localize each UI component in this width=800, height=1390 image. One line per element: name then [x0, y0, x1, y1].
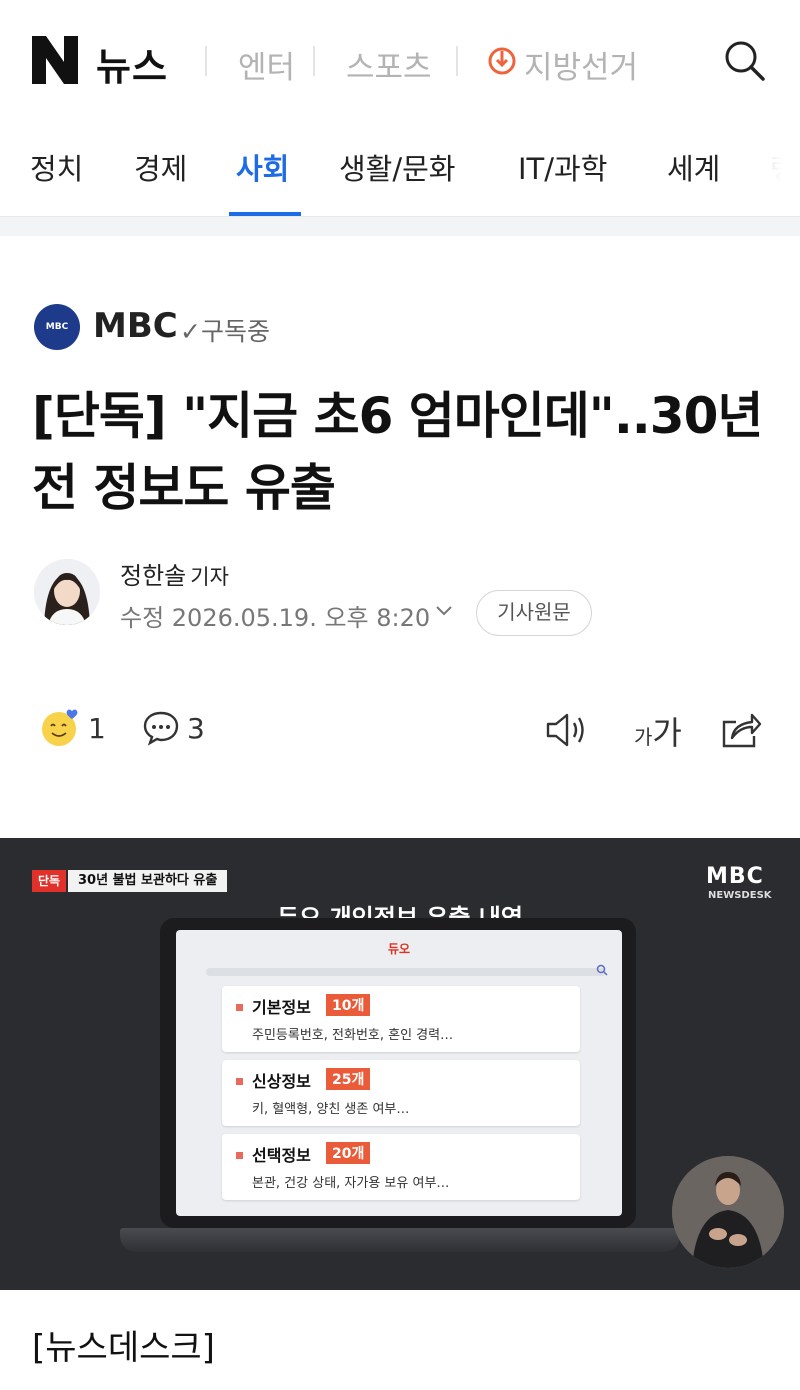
category-tabs: 정치 경제 사회 생활/문화 IT/과학 세계 랭 [0, 120, 800, 218]
card-title: 기본정보 [252, 998, 311, 1017]
reaction-emoji-icon[interactable] [40, 708, 80, 748]
card-title: 선택정보 [252, 1146, 311, 1165]
reporter-role: 기자 [190, 565, 229, 589]
share-icon[interactable] [720, 710, 762, 750]
info-card-personal: 신상정보 25개 키, 혈액형, 양친 생존 여부… [222, 1060, 580, 1126]
screen-search-bar [206, 968, 606, 976]
exclusive-tag: 단독 [32, 870, 67, 892]
reaction-count: 1 [88, 712, 106, 745]
card-count: 20개 [326, 1142, 371, 1164]
search-icon[interactable] [722, 38, 766, 82]
info-card-basic: 기본정보 10개 주민등록번호, 전화번호, 혼인 경력… [222, 986, 580, 1052]
tab-society[interactable]: 사회 [236, 146, 289, 188]
news-brand[interactable]: 뉴스 [96, 36, 168, 91]
tab-economy[interactable]: 경제 [134, 146, 187, 188]
broadcast-banner: 30년 불법 보관하다 유출 [68, 870, 228, 892]
comment-icon[interactable] [142, 710, 180, 746]
bullet-icon [236, 1152, 243, 1159]
chevron-down-icon[interactable] [434, 604, 454, 618]
bullet-icon [236, 1004, 243, 1011]
nav-entertainment[interactable]: 엔터 [238, 42, 295, 87]
naver-logo[interactable] [32, 36, 78, 84]
section-divider [0, 216, 800, 236]
laptop-screen: 듀오 기본정보 10개 주민등록번호, 전화번호, 혼인 경력… 신상정보 25… [176, 930, 622, 1216]
reporter-byline[interactable]: 정한솔 기자 [120, 556, 229, 591]
interpreter-figure [672, 1156, 784, 1268]
reporter-name: 정한솔 [120, 562, 187, 590]
election-icon [488, 47, 516, 75]
divider [205, 46, 207, 76]
top-bar: 뉴스 엔터 스포츠 지방선거 [0, 0, 800, 120]
card-desc: 주민등록번호, 전화번호, 혼인 경력… [252, 1028, 454, 1043]
card-count: 25개 [326, 1068, 371, 1090]
original-article-button[interactable]: 기사원문 [476, 590, 592, 636]
nav-sports[interactable]: 스포츠 [346, 42, 432, 87]
card-title: 신상정보 [252, 1072, 311, 1091]
tab-it-science[interactable]: IT/과학 [518, 146, 607, 188]
card-count: 10개 [326, 994, 371, 1016]
divider [456, 46, 458, 76]
divider [313, 46, 315, 76]
reporter-photo [34, 559, 100, 625]
font-size-button[interactable]: 가가 [634, 708, 682, 754]
news-section-label: [뉴스데스크] [32, 1328, 215, 1368]
channel-logo: MBC [706, 864, 764, 889]
screen-logo: 듀오 [387, 942, 411, 956]
tab-politics[interactable]: 정치 [30, 146, 83, 188]
laptop-keyboard [120, 1228, 680, 1252]
tab-life-culture[interactable]: 생활/문화 [339, 146, 456, 188]
tab-world[interactable]: 세계 [667, 146, 720, 188]
info-card-optional: 선택정보 20개 본관, 건강 상태, 자가용 보유 여부… [222, 1134, 580, 1200]
tabs-fade [740, 120, 800, 215]
article-timestamp: 수정 2026.05.19. 오후 8:20 [120, 604, 431, 632]
reporter-avatar[interactable] [34, 559, 100, 625]
bullet-icon [236, 1078, 243, 1085]
search-icon [596, 964, 608, 976]
sign-language-interpreter [672, 1156, 784, 1268]
article-image[interactable]: 단독 30년 불법 보관하다 유출 MBC NEWSDESK 듀오 개인정보 유… [0, 838, 800, 1290]
card-desc: 본관, 건강 상태, 자가용 보유 여부… [252, 1176, 450, 1191]
nav-local-election[interactable]: 지방선거 [524, 42, 638, 87]
comment-count: 3 [187, 712, 205, 745]
press-logo[interactable]: MBC NEWS [34, 304, 80, 378]
speaker-icon[interactable] [545, 711, 589, 749]
subscribe-status[interactable]: ✓구독중 [180, 312, 270, 348]
card-desc: 키, 혈액형, 양친 생존 여부… [252, 1102, 410, 1117]
article-headline: [단독] "지금 초6 엄마인데"..30년 전 정보도 유출 [32, 387, 763, 517]
press-name[interactable]: MBC [93, 306, 178, 346]
